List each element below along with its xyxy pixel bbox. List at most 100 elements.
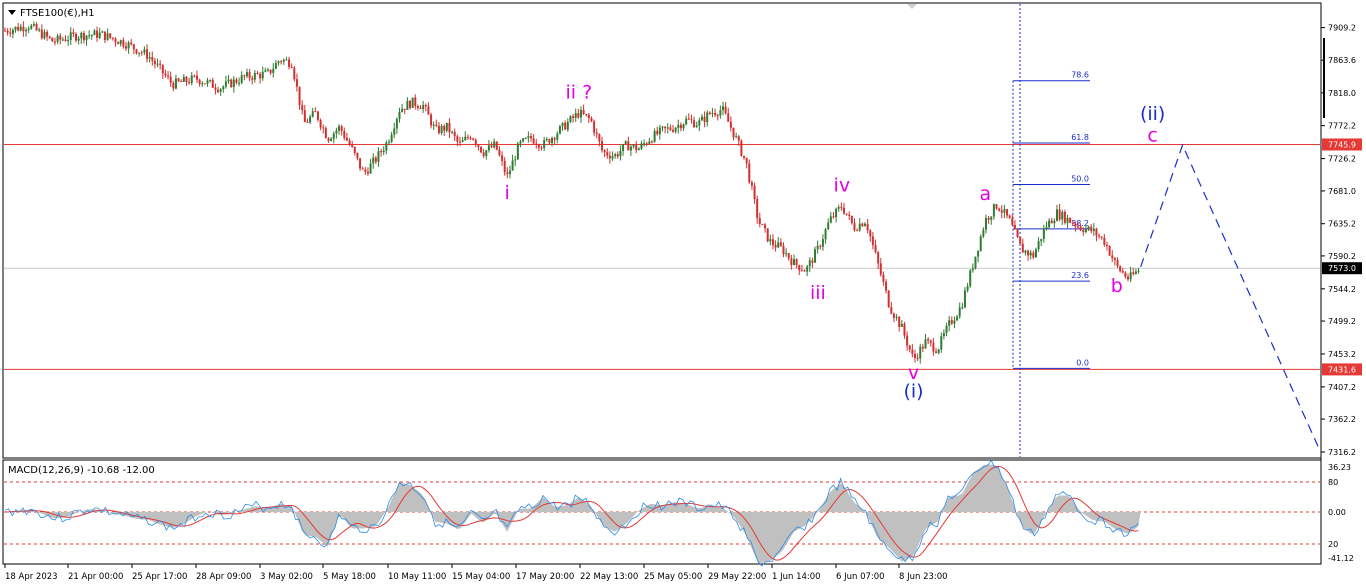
candle-body bbox=[1124, 272, 1127, 277]
candle-body bbox=[461, 140, 464, 142]
candle-body bbox=[711, 113, 714, 115]
candle-body bbox=[545, 139, 548, 141]
candle-body bbox=[645, 143, 648, 145]
candle-body bbox=[727, 113, 730, 122]
macd-tick-label: 80 bbox=[1328, 478, 1338, 487]
candle-body bbox=[1048, 220, 1051, 228]
candle-body bbox=[793, 259, 795, 265]
candle-body bbox=[1045, 227, 1048, 229]
candle-body bbox=[82, 32, 85, 41]
candle-body bbox=[88, 35, 91, 37]
candle-body bbox=[572, 116, 575, 118]
candle-body bbox=[619, 151, 622, 157]
candle-body bbox=[753, 185, 756, 199]
candle-body bbox=[1137, 270, 1140, 272]
candle-body bbox=[956, 316, 959, 321]
candle-body bbox=[679, 124, 682, 129]
candle-body bbox=[577, 113, 580, 118]
candle-body bbox=[850, 215, 853, 224]
time-tick-label: 25 Apr 17:00 bbox=[132, 572, 187, 582]
candle-body bbox=[269, 69, 272, 73]
candle-body bbox=[714, 113, 717, 116]
candle-body bbox=[172, 82, 175, 89]
candle-body bbox=[361, 168, 364, 170]
candle-body bbox=[858, 223, 861, 231]
candle-body bbox=[703, 116, 706, 123]
candle-body bbox=[90, 35, 93, 37]
candle-body bbox=[177, 78, 180, 82]
candle-body bbox=[80, 32, 83, 39]
candle-body bbox=[201, 83, 204, 85]
candle-body bbox=[75, 33, 78, 41]
candle-body bbox=[224, 81, 227, 87]
trading-chart[interactable]: FTSE100(€),H1 78.661.850.038.223.60.0 ii… bbox=[0, 0, 1366, 588]
candle-body bbox=[935, 351, 938, 353]
candle-body bbox=[785, 253, 788, 255]
candle-body bbox=[109, 33, 112, 38]
candle-body bbox=[856, 230, 859, 232]
candle-body bbox=[816, 245, 819, 250]
candle-body bbox=[1027, 250, 1030, 256]
candle-body bbox=[135, 49, 138, 54]
candle-body bbox=[27, 28, 30, 31]
candle-body bbox=[161, 64, 164, 74]
candle-body bbox=[522, 138, 525, 142]
candle bbox=[480, 146, 483, 154]
candle-body bbox=[729, 121, 732, 128]
candle-body bbox=[46, 31, 49, 37]
candle-body bbox=[111, 37, 114, 39]
candle-body bbox=[569, 116, 572, 123]
candle-body bbox=[359, 158, 362, 169]
candle-body bbox=[351, 144, 354, 147]
candle-body bbox=[480, 146, 483, 153]
candle-body bbox=[556, 133, 559, 140]
candle-body bbox=[658, 127, 661, 135]
candle-body bbox=[635, 144, 638, 151]
candle-body bbox=[974, 256, 977, 269]
candle-body bbox=[217, 89, 220, 92]
candle-body bbox=[380, 151, 383, 153]
candle-body bbox=[301, 105, 304, 111]
candle-body bbox=[990, 216, 993, 220]
candle-body bbox=[245, 72, 248, 77]
candle-body bbox=[940, 336, 943, 350]
candle-body bbox=[937, 349, 940, 353]
candle-body bbox=[758, 218, 761, 225]
candle-body bbox=[806, 266, 809, 272]
candle-body bbox=[411, 97, 414, 108]
candle-body bbox=[11, 29, 14, 34]
candle-body bbox=[735, 136, 738, 138]
candle-body bbox=[890, 306, 893, 314]
candle-body bbox=[648, 141, 651, 145]
time-tick-label: 25 May 05:00 bbox=[644, 572, 702, 582]
candle-body bbox=[682, 124, 685, 129]
candle-body bbox=[356, 152, 359, 159]
candle-body bbox=[601, 141, 604, 151]
candle-body bbox=[700, 116, 703, 121]
candle-body bbox=[485, 150, 488, 157]
candle-body bbox=[982, 229, 985, 237]
time-tick-label: 15 May 04:00 bbox=[452, 572, 510, 582]
candle-body bbox=[61, 39, 64, 41]
candle-body bbox=[590, 118, 593, 122]
candle-body bbox=[188, 82, 191, 84]
price-tick-label: 7544.2 bbox=[1328, 285, 1356, 294]
candle-body bbox=[332, 133, 335, 139]
candle-body bbox=[661, 126, 664, 128]
candle-body bbox=[932, 342, 935, 352]
time-axis: 18 Apr 2023 21 Apr 00:00 25 Apr 17:00 28 Ap… bbox=[4, 564, 948, 582]
candle-body bbox=[185, 76, 188, 83]
candle-body bbox=[1098, 235, 1101, 237]
chart-header: FTSE100(€),H1 bbox=[8, 8, 95, 19]
candle-body bbox=[69, 32, 72, 40]
candle-body bbox=[453, 131, 456, 137]
candle-body bbox=[1069, 217, 1072, 223]
candle-body bbox=[96, 30, 99, 38]
candle-body bbox=[1058, 209, 1061, 220]
candle-body bbox=[614, 154, 617, 157]
candle-body bbox=[877, 252, 880, 264]
candle-body bbox=[430, 114, 433, 126]
candle-body bbox=[871, 236, 874, 246]
candle-body bbox=[366, 171, 369, 174]
candle-body bbox=[1037, 241, 1040, 250]
